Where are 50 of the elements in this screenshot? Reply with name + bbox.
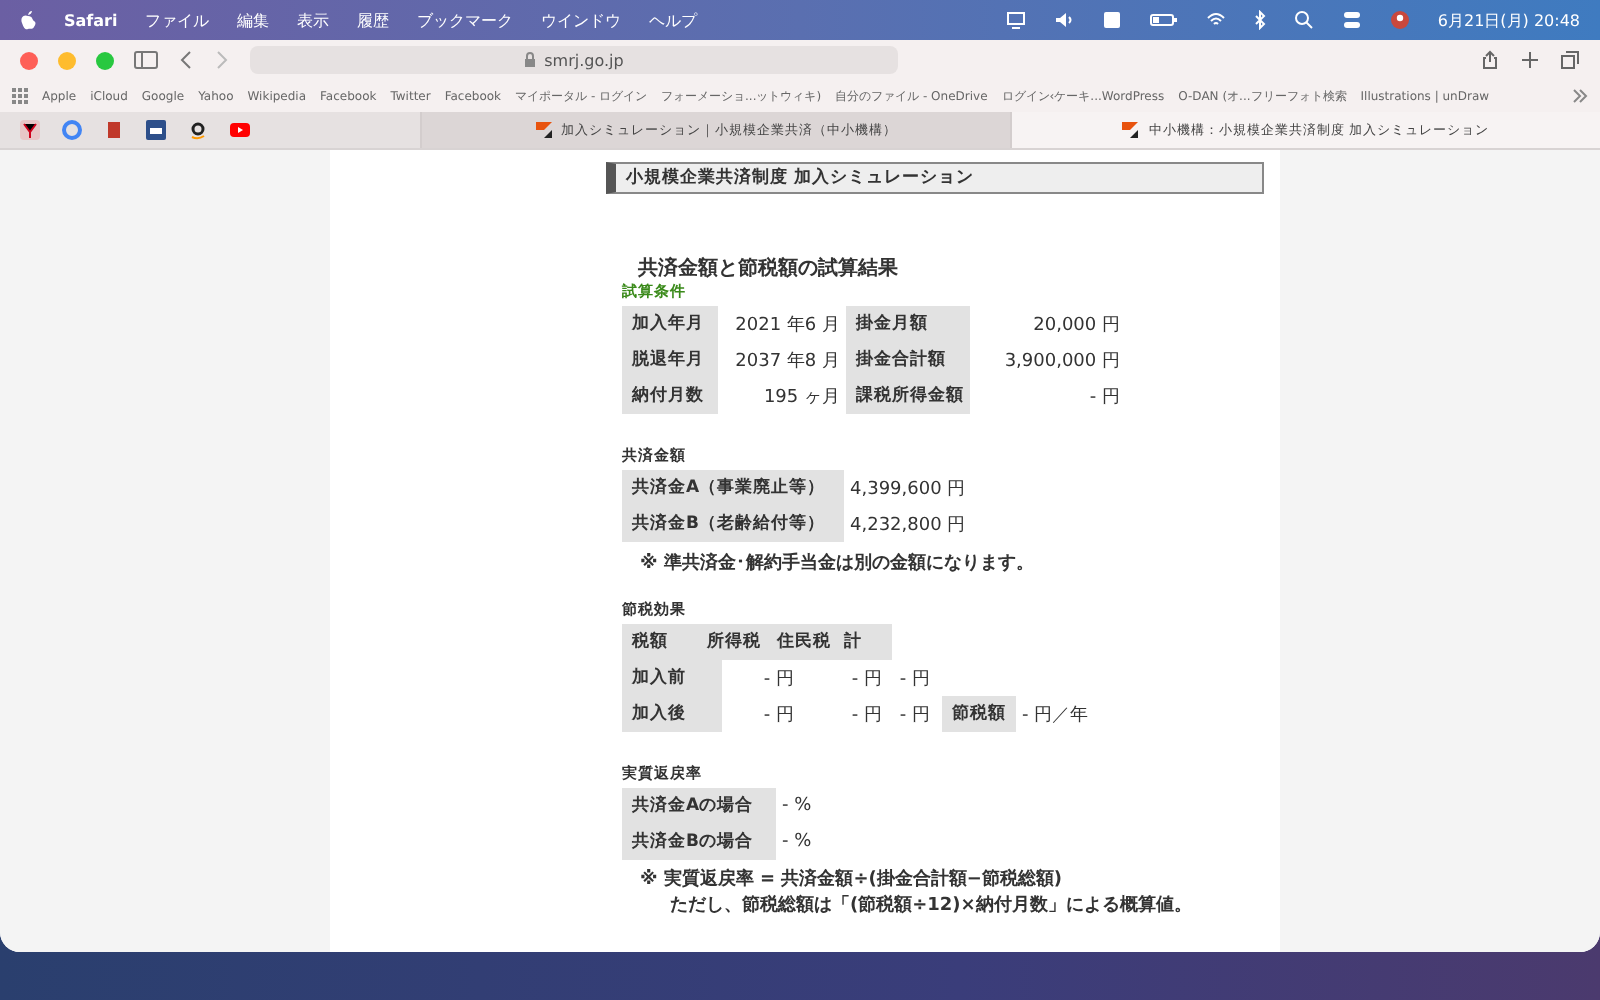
label-cell: 共済金Bの場合	[622, 824, 776, 860]
value-cell-text: - 円	[849, 667, 884, 691]
column-header: 所得税	[705, 630, 764, 654]
menu-item[interactable]: 履歴	[357, 9, 390, 31]
clock: 6月21日(月) 20:48	[1437, 9, 1580, 31]
note-text: ※ 実質返戻率 = 共済金額÷(掛金合計額−節税総額)	[640, 866, 1064, 892]
page-header: 小規模企業共済制度 加入シミュレーション	[606, 162, 1264, 194]
label-cell: 共済金A（事業廃止等）	[622, 470, 844, 506]
value-cell-text: - 円	[761, 703, 796, 727]
menu-item[interactable]: ファイル	[145, 9, 210, 31]
value-cell-text: - 円	[849, 703, 884, 727]
column-header: 計	[841, 630, 864, 654]
column-header: 税額	[629, 630, 670, 654]
label-cell: 脱退年月	[622, 342, 718, 378]
menu-item[interactable]: 編集	[237, 9, 270, 31]
url-text: smrj.go.jp	[544, 51, 624, 69]
menu-item[interactable]: ヘルプ	[649, 9, 698, 31]
label-cell: 掛金合計額	[846, 342, 970, 378]
app-menu[interactable]: Safari	[64, 11, 118, 29]
value-cell-text: - %	[780, 830, 814, 856]
value-cell-text: 2037 年8 月	[733, 349, 842, 375]
value-cell-text: - 円	[1087, 385, 1122, 411]
value-cell-text: 2021 年6 月	[733, 313, 842, 339]
label-cell: 加入年月	[622, 306, 718, 342]
menu-item[interactable]: ウインドウ	[541, 9, 622, 31]
label-cell: 掛金月額	[846, 306, 970, 342]
value-cell-text: - 円	[897, 667, 932, 691]
value-cell-text: 195 ヶ月	[761, 385, 842, 411]
value-cell-text: 4,232,800 円	[848, 513, 968, 539]
column-header: 住民税	[774, 630, 833, 654]
label-cell: 納付月数	[622, 378, 718, 414]
address-bar[interactable]: smrj.go.jp	[250, 46, 898, 74]
menu-item[interactable]: 表示	[297, 9, 330, 31]
note-text: ※ 準共済金･解約手当金は別の金額になります。	[640, 550, 1036, 576]
note-text: ただし、節税総額は「(節税額÷12)×納付月数」による概算値。	[670, 892, 1194, 918]
value-cell-text: 4,399,600 円	[848, 477, 968, 503]
label-cell: 節税額	[942, 696, 1016, 732]
label-cell: 加入前	[622, 660, 722, 696]
value-cell-text: 3,900,000 円	[1002, 349, 1122, 375]
value-cell-text: - %	[780, 794, 814, 820]
label-cell: 共済金B（老齢給付等）	[622, 506, 844, 542]
value-cell-text: - 円／年	[1020, 703, 1091, 729]
result-title: 共済金額と節税額の試算結果	[638, 254, 900, 282]
value-cell-text: - 円	[897, 703, 932, 727]
value-cell-text: - 円	[761, 667, 796, 691]
value-cell-text: 20,000 円	[1031, 313, 1122, 339]
label-cell: 課税所得金額	[846, 378, 970, 414]
menu-item[interactable]: ブックマーク	[417, 9, 514, 31]
label-cell: 加入後	[622, 696, 722, 732]
label-cell: 共済金Aの場合	[622, 788, 776, 824]
